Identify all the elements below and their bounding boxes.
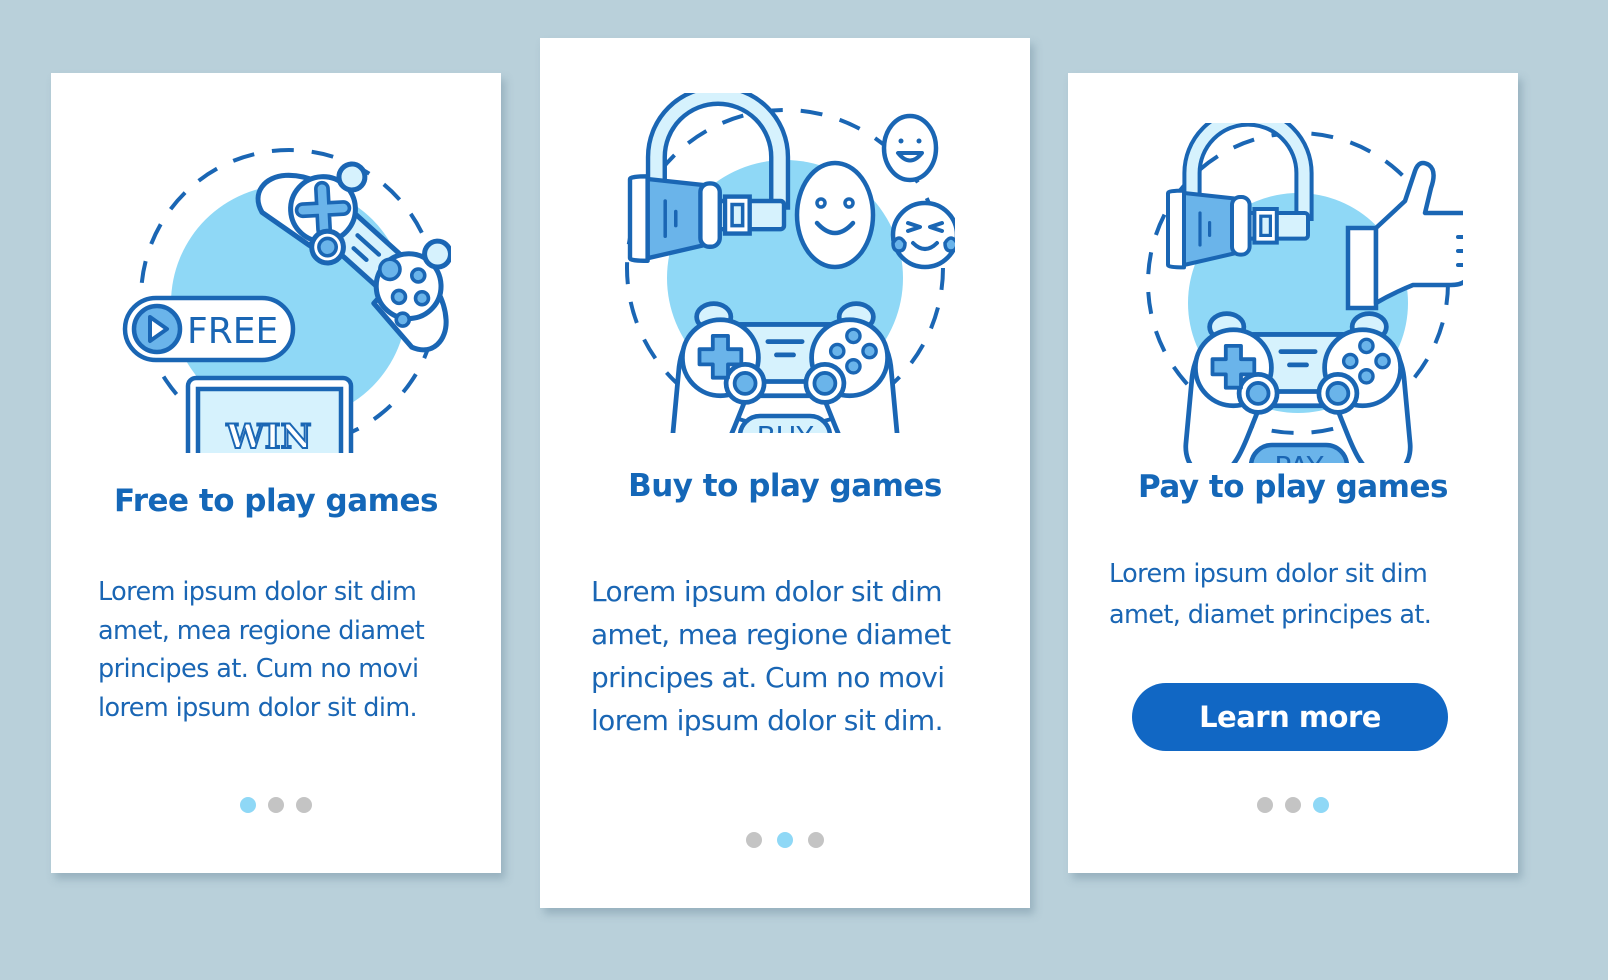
screen-description: Lorem ipsum dolor sit dim amet, diamet p…: [1109, 554, 1432, 636]
pagination-dots: [540, 832, 1030, 848]
screen-title: Buy to play games: [628, 468, 942, 504]
page-dot-3[interactable]: [296, 797, 312, 813]
onboarding-screen-pay: PAY Pay to play games Lorem ipsum dolor …: [1068, 73, 1518, 873]
tears-of-joy-face-icon: [890, 200, 955, 270]
description-line: lorem ipsum dolor sit dim.: [591, 704, 943, 737]
description-line: Lorem ipsum dolor sit dim: [98, 577, 417, 607]
page-dot-2[interactable]: [268, 797, 284, 813]
description-line: principes at. Cum no movi: [98, 654, 419, 684]
pay-label: PAY: [1274, 450, 1324, 463]
laptop-icon: WIN: [185, 375, 354, 453]
pay-to-play-illustration: PAY: [1146, 123, 1463, 463]
pay-badge: PAY: [1248, 442, 1350, 463]
description-line: principes at. Cum no movi: [591, 661, 945, 694]
page-dot-3-active[interactable]: [1313, 797, 1329, 813]
screen-description: Lorem ipsum dolor sit dim amet, mea regi…: [591, 570, 951, 742]
learn-more-button[interactable]: Learn more: [1132, 683, 1448, 751]
description-line: amet, diamet principes at.: [1109, 600, 1432, 630]
free-to-play-illustration: FREE WIN: [122, 148, 451, 453]
description-line: amet, mea regione diamet: [591, 618, 951, 651]
page-dot-1[interactable]: [1257, 797, 1273, 813]
page-dot-1[interactable]: [746, 832, 762, 848]
page-dot-2[interactable]: [1285, 797, 1301, 813]
screen-title: Free to play games: [114, 483, 438, 519]
pagination-dots: [51, 797, 501, 813]
onboarding-screen-buy: BUY Buy to play games Lorem ipsum dolor …: [540, 38, 1030, 908]
buy-to-play-illustration: BUY: [615, 93, 955, 433]
pagination-dots: [1068, 797, 1518, 813]
screen-description: Lorem ipsum dolor sit dim amet, mea regi…: [98, 573, 425, 727]
onboarding-screen-free: FREE WIN Free to play games Lorem ipsum …: [51, 73, 501, 873]
free-badge: FREE: [122, 295, 296, 363]
description-line: lorem ipsum dolor sit dim.: [98, 692, 418, 723]
buy-label: BUY: [757, 420, 815, 433]
buy-badge: BUY: [737, 413, 833, 433]
description-line: Lorem ipsum dolor sit dim: [1109, 559, 1428, 589]
screen-title: Pay to play games: [1138, 469, 1448, 505]
thumbs-up-icon: [1345, 160, 1463, 311]
page-dot-1-active[interactable]: [240, 797, 256, 813]
gamepad-icon: [673, 304, 897, 433]
free-label: FREE: [187, 311, 278, 352]
page-dot-3[interactable]: [808, 832, 824, 848]
description-line: Lorem ipsum dolor sit dim: [591, 575, 943, 608]
smile-face-icon: [794, 160, 876, 270]
laughing-face-icon: [881, 113, 939, 183]
win-label: WIN: [225, 417, 311, 453]
page-dot-2-active[interactable]: [777, 832, 793, 848]
gamepad-icon: [1186, 314, 1410, 463]
description-line: amet, mea regione diamet: [98, 615, 425, 646]
